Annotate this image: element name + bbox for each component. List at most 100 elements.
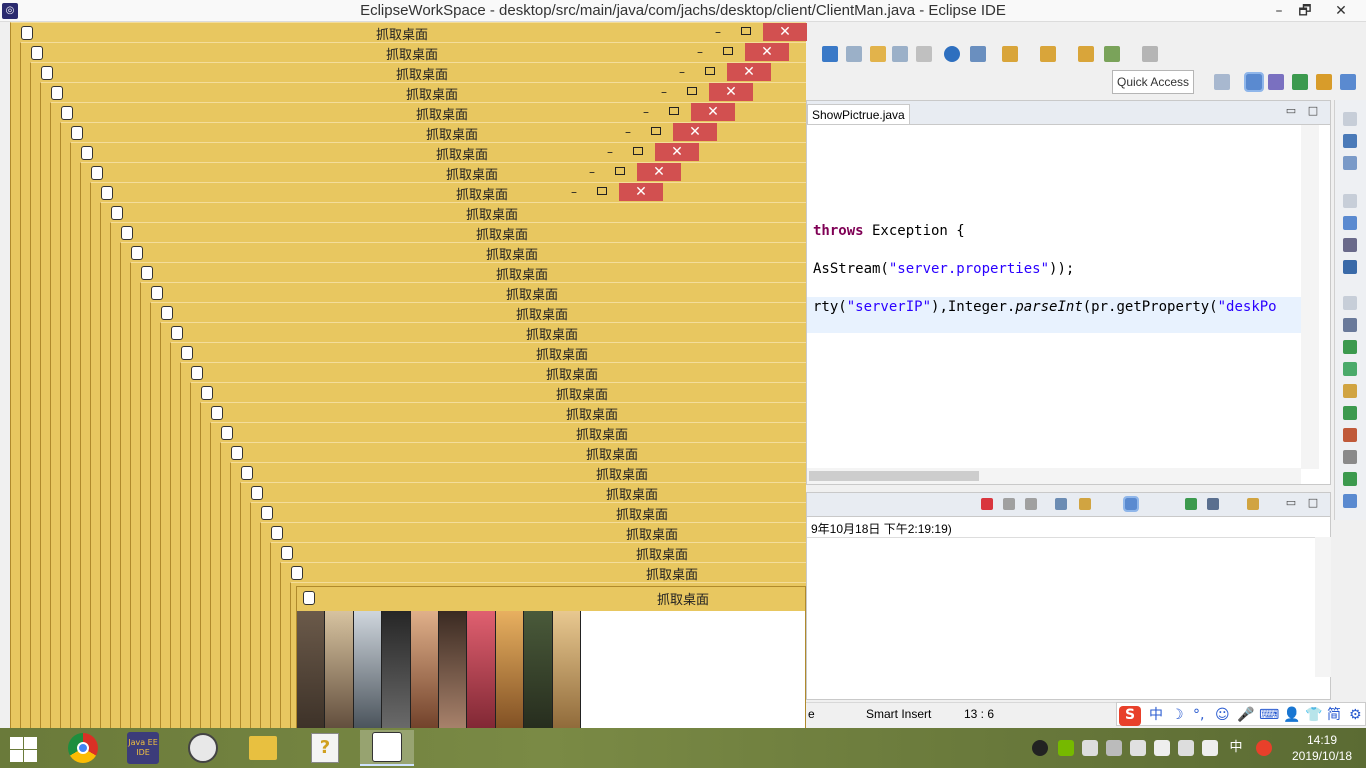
- minimize-icon[interactable]: ▭: [1285, 105, 1297, 117]
- minimize-button[interactable]: –: [697, 46, 707, 58]
- maximize-icon[interactable]: □: [1307, 497, 1319, 509]
- minimize-button[interactable]: –: [589, 166, 599, 178]
- maximize-button[interactable]: [597, 187, 607, 195]
- close-button[interactable]: ✕: [709, 83, 753, 101]
- minimize-button[interactable]: –: [643, 106, 653, 118]
- sogou-tray-icon[interactable]: [1256, 740, 1272, 756]
- ime-skin-icon[interactable]: 👕: [1305, 706, 1322, 724]
- snippets-icon[interactable]: [1343, 384, 1357, 398]
- globe-icon[interactable]: [944, 46, 960, 62]
- power-icon[interactable]: [1202, 740, 1218, 756]
- console-vertical-scrollbar[interactable]: [1315, 537, 1331, 677]
- maximize-button[interactable]: [651, 127, 661, 135]
- close-button[interactable]: ✕: [691, 103, 735, 121]
- close-button[interactable]: ✕: [1324, 0, 1358, 22]
- minimize-button[interactable]: –: [607, 146, 617, 158]
- help-icon[interactable]: [1343, 134, 1357, 148]
- eclipse-taskbar-button[interactable]: Java EE IDE: [116, 730, 170, 766]
- open-perspective-icon[interactable]: [1214, 74, 1230, 90]
- minimize-button[interactable]: –: [661, 86, 671, 98]
- ime-language-toggle[interactable]: 中: [1149, 706, 1163, 724]
- scroll-thumb[interactable]: [809, 471, 979, 481]
- maximize-button[interactable]: [615, 167, 625, 175]
- maximize-button[interactable]: [633, 147, 643, 155]
- restore-icon[interactable]: [1343, 296, 1357, 310]
- remove-all-icon[interactable]: [1025, 498, 1037, 510]
- volume-muted-icon[interactable]: [1178, 740, 1194, 756]
- brush-icon[interactable]: [846, 46, 862, 62]
- window-icon[interactable]: [1343, 156, 1357, 170]
- pen-icon[interactable]: [822, 46, 838, 62]
- remove-launch-icon[interactable]: [1003, 498, 1015, 510]
- qq-icon[interactable]: [1032, 740, 1048, 756]
- maximize-button[interactable]: [723, 47, 733, 55]
- sun-perspective-icon[interactable]: [1316, 74, 1332, 90]
- open-type-icon[interactable]: [870, 46, 886, 62]
- tab-showpictrue[interactable]: ShowPictrue.java: [807, 104, 910, 124]
- properties-icon[interactable]: [1343, 450, 1357, 464]
- close-button[interactable]: ✕: [745, 43, 789, 61]
- pilcrow-icon[interactable]: [916, 46, 932, 62]
- tasks-icon[interactable]: [1343, 238, 1357, 252]
- ime-keyboard-icon[interactable]: ⌨: [1259, 706, 1279, 724]
- start-button[interactable]: [8, 736, 38, 762]
- debug-perspective-icon[interactable]: [1292, 74, 1308, 90]
- minimize-icon[interactable]: ▭: [1285, 497, 1297, 509]
- input-language-indicator[interactable]: 中: [1228, 740, 1244, 756]
- minimize-button[interactable]: –: [715, 26, 725, 38]
- java-perspective-icon[interactable]: [1268, 74, 1284, 90]
- code-editor[interactable]: throws Exception { AsStream("server.prop…: [807, 125, 1301, 470]
- task-icon[interactable]: [892, 46, 908, 62]
- minimize-button[interactable]: –: [625, 126, 635, 138]
- help-taskbar-button[interactable]: ?: [298, 730, 352, 766]
- prev-annotation-icon[interactable]: [1040, 46, 1056, 62]
- close-button[interactable]: ✕: [727, 63, 771, 81]
- restore-icon[interactable]: [1343, 112, 1357, 126]
- sogou-logo-icon[interactable]: S: [1119, 706, 1141, 726]
- problems-icon[interactable]: [1343, 428, 1357, 442]
- ime-trad-simplified-toggle[interactable]: 简: [1327, 706, 1341, 724]
- capture-window-front[interactable]: 抓取桌面: [296, 586, 806, 737]
- pin-console-icon[interactable]: [1185, 498, 1197, 510]
- explorer-taskbar-button[interactable]: [236, 730, 290, 766]
- progress-icon[interactable]: [1343, 494, 1357, 508]
- download-icon[interactable]: [1343, 472, 1357, 486]
- flag-icon[interactable]: [1082, 740, 1098, 756]
- back-icon[interactable]: [1104, 46, 1120, 62]
- editor-vertical-scrollbar[interactable]: [1301, 125, 1319, 469]
- action-center-icon[interactable]: [1130, 740, 1146, 756]
- search-icon[interactable]: [970, 46, 986, 62]
- editor-horizontal-scrollbar[interactable]: [807, 468, 1301, 484]
- maximize-icon[interactable]: □: [1307, 105, 1319, 117]
- ime-tools-icon[interactable]: ⚙: [1349, 706, 1362, 724]
- minimize-button[interactable]: –: [571, 186, 581, 198]
- ime-punct-toggle[interactable]: °,: [1193, 706, 1204, 724]
- chrome-taskbar-button[interactable]: [56, 730, 110, 766]
- junit-icon[interactable]: [1343, 406, 1357, 420]
- close-button[interactable]: ✕: [673, 123, 717, 141]
- close-button[interactable]: ✕: [655, 143, 699, 161]
- open-console-icon[interactable]: [1247, 498, 1259, 510]
- maximize-button[interactable]: [741, 27, 751, 35]
- data-source-icon[interactable]: [1343, 362, 1357, 376]
- scroll-lock-icon[interactable]: [1079, 498, 1091, 510]
- last-edit-icon[interactable]: [1078, 46, 1094, 62]
- restore-button[interactable]: 🗗: [1288, 0, 1322, 22]
- capture-app-taskbar-button[interactable]: [360, 730, 414, 766]
- ime-width-toggle[interactable]: ☽: [1171, 706, 1184, 724]
- ime-user-icon[interactable]: 👤: [1283, 706, 1300, 724]
- ime-emoji-icon[interactable]: ☺: [1215, 706, 1230, 724]
- minimize-button[interactable]: –: [679, 66, 689, 78]
- show-console-icon[interactable]: [1123, 496, 1139, 512]
- maximize-button[interactable]: [687, 87, 697, 95]
- servers-icon[interactable]: [1343, 340, 1357, 354]
- maximize-button[interactable]: [705, 67, 715, 75]
- onepiece-taskbar-button[interactable]: [176, 730, 230, 766]
- nvidia-icon[interactable]: [1058, 740, 1074, 756]
- console-output[interactable]: [807, 537, 1315, 687]
- display-console-icon[interactable]: [1207, 498, 1219, 510]
- comment-icon[interactable]: [1343, 260, 1357, 274]
- markers-icon[interactable]: [1343, 318, 1357, 332]
- network-icon[interactable]: [1154, 740, 1170, 756]
- quick-access-input[interactable]: Quick Access: [1112, 70, 1194, 94]
